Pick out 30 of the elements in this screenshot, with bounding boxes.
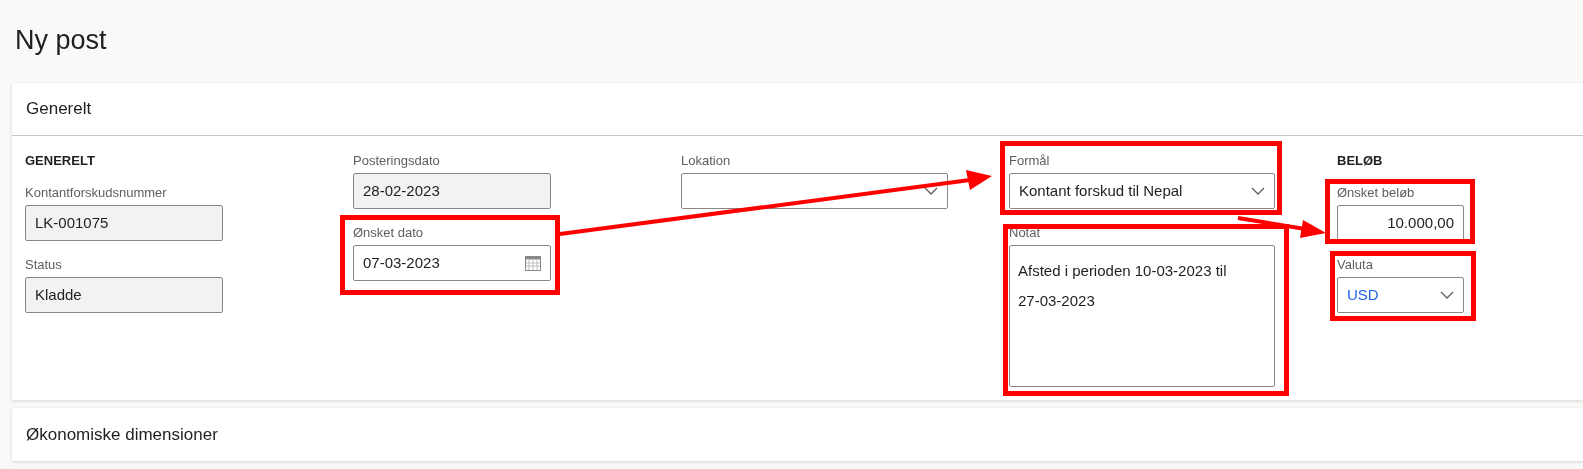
field-label: Formål	[1009, 153, 1050, 169]
dropdown-field[interactable]: USD	[1337, 277, 1464, 313]
field-label: Ønsket dato	[353, 225, 424, 241]
read-only-field[interactable]: Kladde	[25, 277, 223, 313]
field-label: Valuta	[1337, 257, 1373, 273]
note-textarea[interactable]: Afsted i perioden 10-03-2023 til 27-03-2023	[1009, 245, 1275, 387]
dropdown-value: Kontant forskud til Nepal	[1019, 180, 1183, 201]
dropdown-field[interactable]: Kontant forskud til Nepal	[1009, 173, 1275, 209]
field-label: Status	[25, 257, 62, 273]
dropdown-field[interactable]	[681, 173, 948, 209]
section-title[interactable]: Økonomiske dimensioner	[26, 421, 218, 448]
page-title: Ny post	[15, 24, 108, 56]
chevron-down-icon	[1440, 291, 1454, 299]
field-label: Notat	[1009, 225, 1041, 241]
date-field[interactable]: 07-03-2023	[353, 245, 551, 281]
group-heading: GENERELT	[25, 153, 95, 169]
field-label: Posteringsdato	[353, 153, 440, 169]
field-label: Lokation	[681, 153, 731, 169]
calendar-icon	[525, 255, 541, 271]
read-only-field[interactable]: LK-001075	[25, 205, 223, 241]
chevron-down-icon	[1251, 187, 1265, 195]
field-label: Ønsket beløb	[1337, 185, 1415, 201]
group-heading: BELØB	[1337, 153, 1383, 169]
read-only-field[interactable]: 28-02-2023	[353, 173, 551, 209]
amount-field[interactable]: 10.000,00	[1337, 205, 1464, 241]
section-title[interactable]: Generelt	[26, 96, 92, 122]
dropdown-value: USD	[1347, 284, 1379, 305]
field-label: Kontantforskudsnummer	[25, 185, 167, 201]
date-value: 07-03-2023	[363, 252, 440, 273]
chevron-down-icon	[924, 187, 938, 195]
